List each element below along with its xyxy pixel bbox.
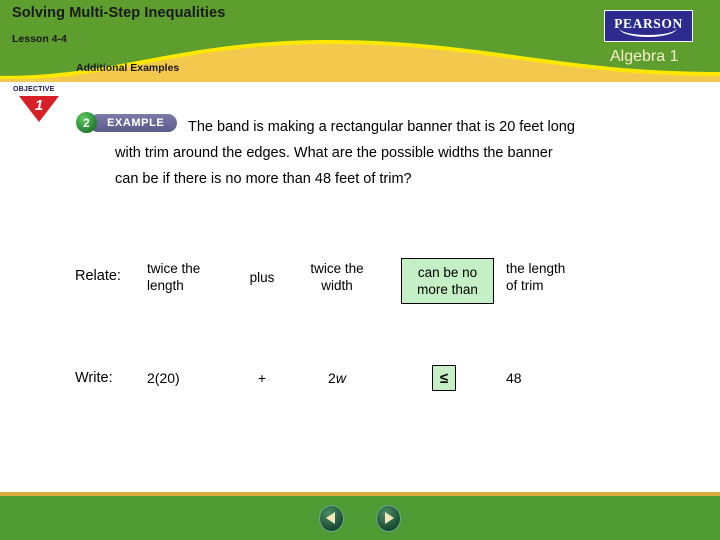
relate-twice-length-line1: twice the xyxy=(147,261,201,276)
example-label: EXAMPLE xyxy=(89,113,178,132)
write-cell-inequality-symbol: ≤ xyxy=(432,365,456,391)
page-title: Solving Multi-Step Inequalities xyxy=(12,5,226,21)
relate-cell-twice-length: twice the length xyxy=(147,260,237,294)
write-expr2-variable: w xyxy=(335,370,346,386)
slide-footer xyxy=(0,492,720,540)
write-row-label: Write: xyxy=(75,370,113,386)
problem-line-3: can be if there is no more than 48 feet … xyxy=(115,171,412,187)
relate-length-trim-line1: the length xyxy=(506,261,566,276)
relate-row: Relate: twice the length plus twice the … xyxy=(0,256,720,306)
relate-can-be-line2: more than xyxy=(417,282,478,297)
problem-line-1: The band is making a rectangular banner … xyxy=(188,119,575,135)
navigation-controls xyxy=(0,496,720,540)
course-label: Algebra 1 xyxy=(610,48,679,65)
relate-can-be-line1: can be no xyxy=(417,265,478,280)
write-cell-plus: + xyxy=(257,370,267,386)
pearson-logo: PEARSON xyxy=(604,10,693,42)
next-button[interactable] xyxy=(376,504,401,532)
problem-line-2: with trim around the edges. What are the… xyxy=(115,145,553,161)
write-expr2-coefficient: 2 xyxy=(328,370,336,386)
arrow-right-icon xyxy=(385,512,394,524)
write-cell-expression-1: 2(20) xyxy=(147,370,180,386)
section-label: Additional Examples xyxy=(76,62,180,74)
objective-badge: OBJECTIVE 1 xyxy=(11,86,71,124)
relate-cell-twice-width: twice the width xyxy=(292,260,382,294)
relate-cell-plus: plus xyxy=(249,270,275,285)
relate-cell-can-be-no-more-than: can be no more than xyxy=(401,258,494,304)
pearson-arc-icon xyxy=(619,28,677,37)
relate-twice-width-line1: twice the xyxy=(310,261,364,276)
write-cell-value: 48 xyxy=(506,370,522,386)
objective-number: 1 xyxy=(34,97,44,114)
relate-length-trim-line2: of trim xyxy=(506,278,544,293)
arrow-left-icon xyxy=(326,512,335,524)
slide-header: Solving Multi-Step Inequalities Lesson 4… xyxy=(0,0,720,82)
relate-cell-length-of-trim: the length of trim xyxy=(506,260,616,294)
write-row: Write: 2(20) + 2w ≤ 48 xyxy=(0,365,720,400)
objective-word-label: OBJECTIVE xyxy=(13,86,55,93)
lesson-label: Lesson 4-4 xyxy=(12,33,67,45)
example-badge: 2 EXAMPLE xyxy=(76,112,178,133)
write-cell-expression-2: 2w xyxy=(292,370,382,387)
problem-statement: The band is making a rectangular banner … xyxy=(115,114,688,192)
relate-twice-length-line2: length xyxy=(147,278,184,293)
back-button[interactable] xyxy=(319,504,344,532)
relate-row-label: Relate: xyxy=(75,268,121,284)
relate-twice-width-line2: width xyxy=(321,278,353,293)
example-number-circle: 2 xyxy=(76,112,97,133)
slide-root: Solving Multi-Step Inequalities Lesson 4… xyxy=(0,0,720,540)
